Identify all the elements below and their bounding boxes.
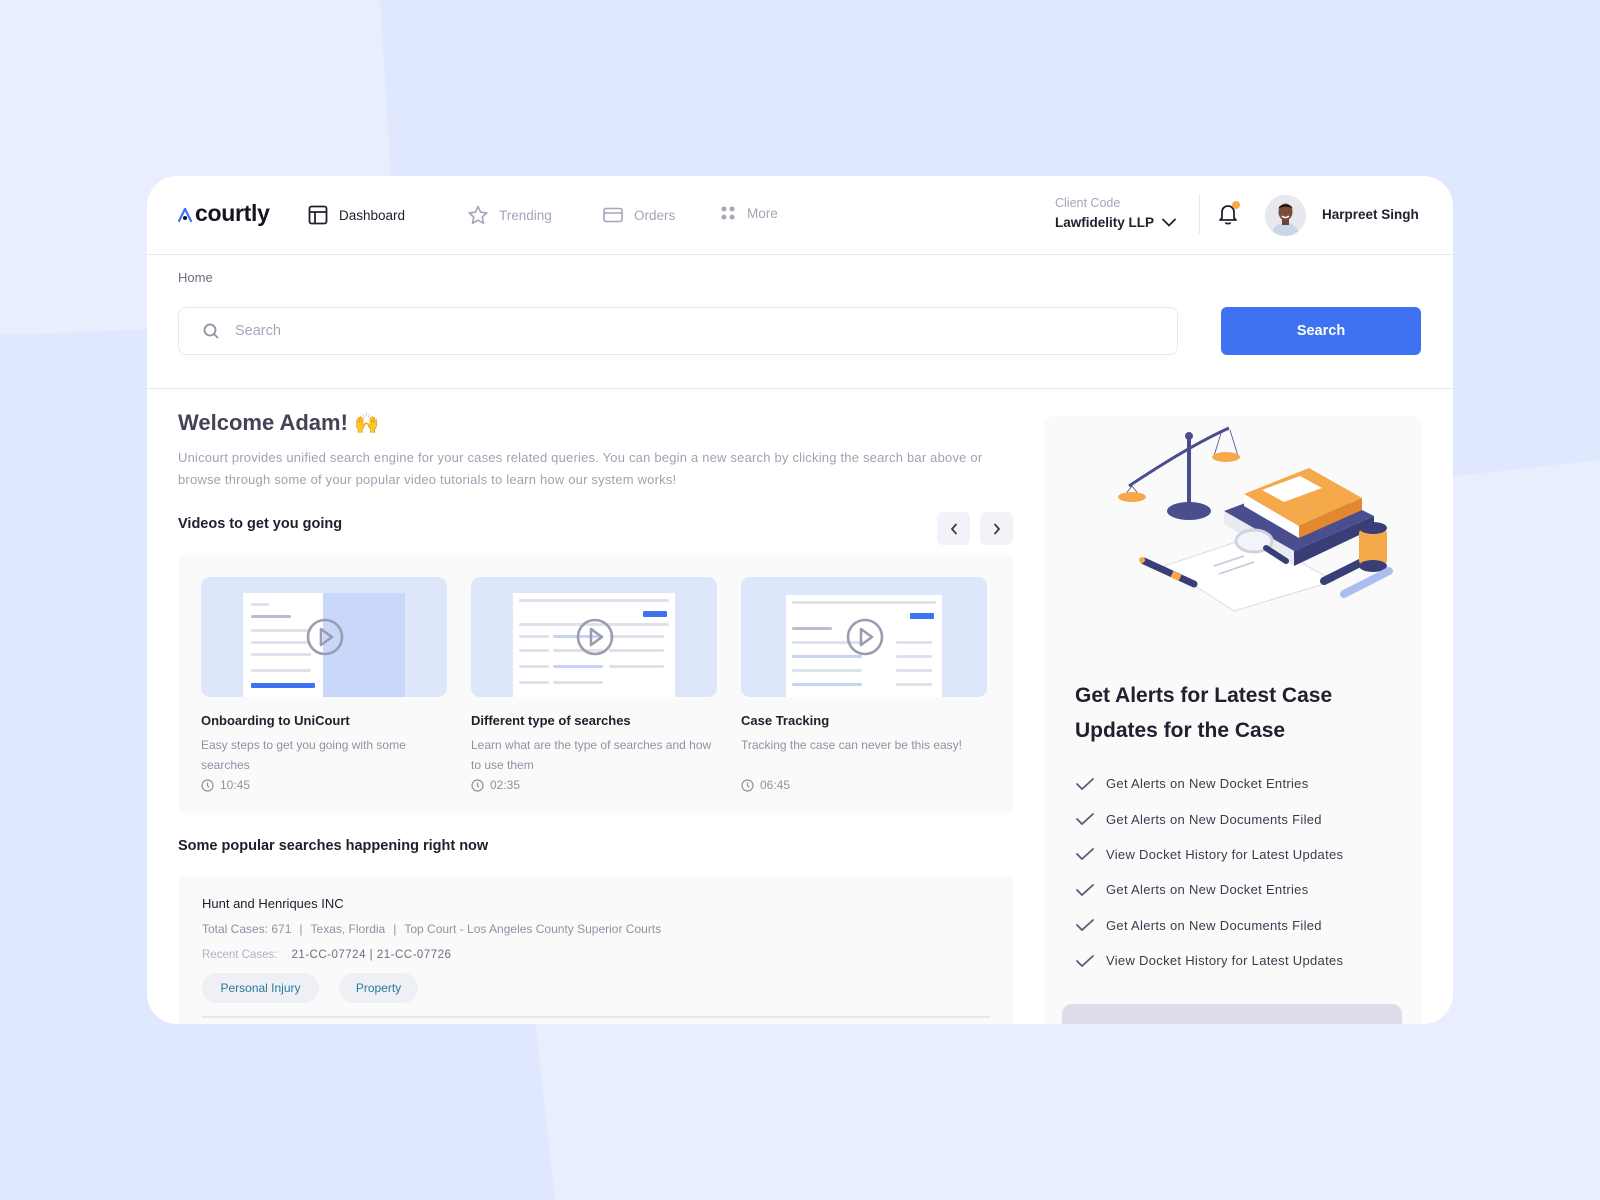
video-card[interactable]: Onboarding to UniCourt Easy steps to get… bbox=[201, 577, 447, 792]
popular-searches-title: Some popular searches happening right no… bbox=[178, 838, 489, 854]
locations: Texas, Flordia bbox=[310, 922, 386, 936]
app-window: courtly Dashboard Trending Orders More C… bbox=[147, 176, 1453, 1024]
top-court: Top Court - Los Angeles County Superior … bbox=[404, 922, 662, 936]
chevron-down-icon bbox=[1162, 218, 1176, 227]
header-divider bbox=[1199, 194, 1200, 234]
section-divider bbox=[147, 388, 1453, 389]
notifications-button[interactable] bbox=[1217, 201, 1240, 226]
welcome-heading: Welcome Adam! 🙌 bbox=[178, 410, 379, 435]
video-title[interactable]: Onboarding to UniCourt bbox=[201, 713, 447, 728]
video-card[interactable]: Different type of searches Learn what ar… bbox=[471, 577, 717, 792]
recent-cases: Recent Cases: 21-CC-07724 | 21-CC-07726 bbox=[202, 949, 452, 961]
promo-action-button[interactable] bbox=[1062, 1004, 1402, 1024]
nav-trending[interactable]: Trending bbox=[467, 204, 552, 226]
video-card[interactable]: Case Tracking Tracking the case can neve… bbox=[741, 577, 987, 792]
video-thumbnail[interactable] bbox=[741, 577, 987, 697]
card-divider bbox=[202, 1016, 990, 1018]
feature-item: Get Alerts on New Docket Entries bbox=[1075, 872, 1343, 907]
feature-item: View Docket History for Latest Updates bbox=[1075, 943, 1343, 978]
check-icon bbox=[1076, 848, 1094, 861]
avatar-image bbox=[1265, 195, 1306, 236]
feature-item: Get Alerts on New Docket Entries bbox=[1075, 766, 1343, 801]
chevron-left-icon bbox=[950, 523, 957, 534]
user-avatar[interactable] bbox=[1265, 195, 1306, 236]
top-navigation-bar: courtly Dashboard Trending Orders More C… bbox=[147, 176, 1453, 255]
promo-title: Get Alerts for Latest Case Updates for t… bbox=[1075, 684, 1333, 742]
video-duration: 10:45 bbox=[201, 778, 447, 792]
search-field[interactable] bbox=[178, 307, 1178, 355]
welcome-description: Unicourt provides unified search engine … bbox=[178, 450, 983, 487]
legal-illustration bbox=[1118, 426, 1393, 612]
video-thumbnail[interactable] bbox=[201, 577, 447, 697]
raised-hands-emoji: 🙌 bbox=[354, 413, 379, 435]
video-title[interactable]: Different type of searches bbox=[471, 713, 717, 728]
video-thumbnail[interactable] bbox=[471, 577, 717, 697]
alerts-promo-panel: Get Alerts for Latest Case Updates for t… bbox=[1044, 416, 1422, 1024]
courtly-logo-icon bbox=[178, 208, 192, 222]
company-name[interactable]: Hunt and Henriques INC bbox=[202, 896, 344, 911]
video-duration: 06:45 bbox=[741, 778, 987, 792]
user-name[interactable]: Harpreet Singh bbox=[1322, 207, 1419, 222]
recent-case-ids[interactable]: 21-CC-07724 | 21-CC-07726 bbox=[291, 949, 451, 961]
video-description: Easy steps to get you going with some se… bbox=[201, 738, 406, 772]
search-meta: Total Cases: 671 | Texas, Flordia | Top Cour… bbox=[202, 922, 662, 936]
nav-more[interactable]: More bbox=[719, 204, 778, 222]
dashboard-icon bbox=[308, 205, 328, 225]
videos-section-title: Videos to get you going bbox=[178, 516, 343, 532]
clock-icon bbox=[741, 778, 754, 792]
search-icon bbox=[203, 323, 219, 339]
video-description: Learn what are the type of searches and … bbox=[471, 738, 712, 772]
background-shape bbox=[535, 1020, 1600, 1200]
check-icon bbox=[1076, 919, 1094, 932]
client-code-label: Client Code bbox=[1055, 196, 1121, 210]
star-icon bbox=[468, 205, 488, 225]
grid-dots-icon bbox=[721, 206, 735, 220]
play-icon bbox=[576, 618, 614, 656]
popular-search-card[interactable]: Hunt and Henriques INC Total Cases: 671 |… bbox=[179, 876, 1013, 1024]
video-description: Tracking the case can never be this easy… bbox=[741, 738, 963, 752]
logo[interactable]: courtly bbox=[178, 200, 270, 227]
check-icon bbox=[1076, 883, 1094, 897]
nav-dashboard[interactable]: Dashboard bbox=[307, 204, 405, 226]
check-icon bbox=[1076, 954, 1094, 967]
feature-item: View Docket History for Latest Updates bbox=[1075, 837, 1343, 872]
breadcrumb-home[interactable]: Home bbox=[178, 270, 213, 285]
brand-name: courtly bbox=[195, 200, 270, 226]
chevron-right-icon bbox=[993, 523, 1000, 534]
tag-property[interactable]: Property bbox=[339, 973, 418, 1003]
videos-prev-button[interactable] bbox=[937, 512, 970, 545]
feature-list: Get Alerts on New Docket Entries Get Ale… bbox=[1075, 766, 1343, 978]
play-icon bbox=[306, 618, 344, 656]
tag-personal-injury[interactable]: Personal Injury bbox=[202, 973, 319, 1003]
clock-icon bbox=[471, 778, 484, 792]
videos-next-button[interactable] bbox=[980, 512, 1013, 545]
check-icon bbox=[1076, 813, 1094, 826]
card-icon bbox=[603, 207, 623, 223]
total-cases: Total Cases: 671 bbox=[202, 922, 292, 936]
nav-orders[interactable]: Orders bbox=[602, 204, 675, 226]
feature-item: Get Alerts on New Documents Filed bbox=[1075, 801, 1343, 836]
play-icon bbox=[846, 618, 884, 656]
video-title[interactable]: Case Tracking bbox=[741, 713, 987, 728]
client-code-dropdown[interactable]: Lawfidelity LLP bbox=[1055, 215, 1176, 230]
search-button[interactable]: Search bbox=[1221, 307, 1421, 355]
client-code-selector: Client Code Lawfidelity LLP bbox=[1055, 196, 1176, 230]
videos-carousel: Onboarding to UniCourt Easy steps to get… bbox=[179, 555, 1013, 813]
video-duration: 02:35 bbox=[471, 778, 717, 792]
notification-dot bbox=[1232, 201, 1240, 209]
check-icon bbox=[1076, 777, 1094, 790]
clock-icon bbox=[201, 778, 214, 792]
search-input[interactable] bbox=[235, 323, 1135, 339]
feature-item: Get Alerts on New Documents Filed bbox=[1075, 908, 1343, 943]
